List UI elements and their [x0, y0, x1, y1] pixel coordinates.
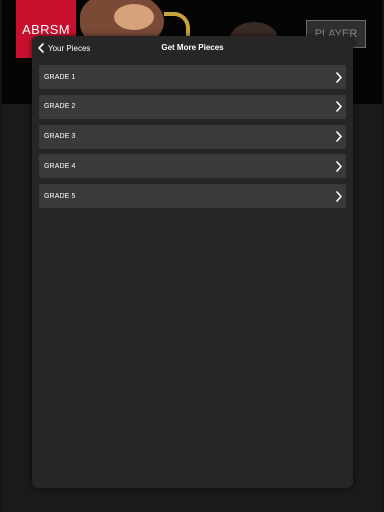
chevron-right-icon	[336, 101, 342, 113]
grade-label: GRADE 1	[44, 73, 76, 81]
grade-label: GRADE 4	[44, 162, 76, 170]
panel-header: Your Pieces Get More Pieces	[32, 36, 353, 60]
chevron-right-icon	[336, 71, 342, 83]
page-title: Get More Pieces	[161, 43, 224, 52]
grade-label: GRADE 5	[44, 192, 76, 200]
chevron-right-icon	[336, 131, 342, 142]
grade-item-5[interactable]: GRADE 5	[39, 184, 346, 209]
grade-label: GRADE 2	[44, 103, 76, 111]
grade-item-4[interactable]: GRADE 4	[39, 154, 346, 179]
get-more-pieces-panel: Your Pieces Get More Pieces GRADE 1 GRAD…	[32, 36, 353, 488]
grade-label: GRADE 3	[44, 133, 76, 141]
illustration-face-icon	[114, 4, 154, 30]
grade-item-1[interactable]: GRADE 1	[39, 65, 346, 89]
grade-list: GRADE 1 GRADE 2 GRADE 3 GRADE 4 GRADE 5	[39, 65, 346, 214]
chevron-right-icon	[336, 190, 342, 202]
app-frame: ABRSM PLAYER Your Pieces Get More Pieces…	[2, 0, 382, 512]
grade-item-3[interactable]: GRADE 3	[39, 124, 346, 149]
chevron-right-icon	[336, 161, 342, 172]
grade-item-2[interactable]: GRADE 2	[39, 94, 346, 119]
